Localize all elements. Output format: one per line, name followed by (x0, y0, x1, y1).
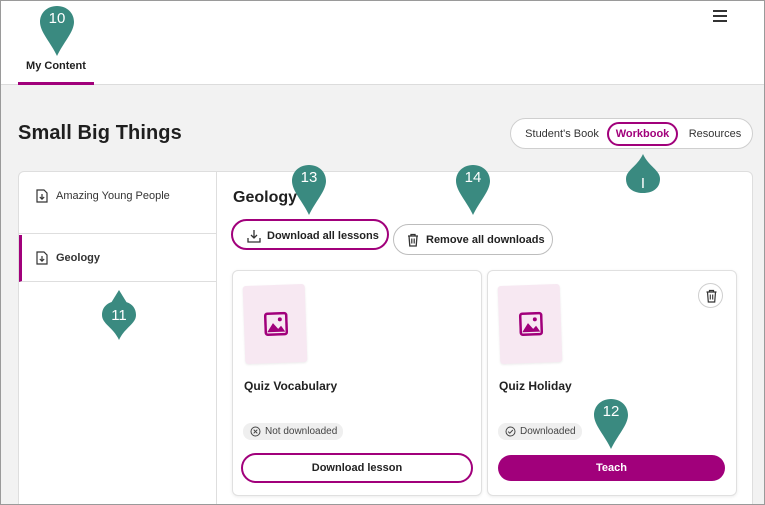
annotation-marker-14: 14 (455, 164, 491, 216)
status-badge: Downloaded (498, 423, 582, 440)
tab-my-content-label: My Content (26, 60, 86, 72)
hamburger-icon[interactable] (713, 10, 727, 22)
marker-label: I (640, 175, 646, 192)
tab-students-book[interactable]: Student's Book (518, 122, 606, 146)
tab-my-content[interactable]: My Content (18, 58, 94, 85)
annotation-marker-10: 10 (39, 5, 75, 57)
remove-download-button[interactable] (698, 283, 723, 308)
section-title: Geology (233, 189, 298, 206)
app-frame: My Content Small Big Things Student's Bo… (0, 0, 765, 505)
annotation-marker-13: 13 (291, 164, 327, 216)
x-circle-icon (250, 426, 261, 437)
active-tab-indicator (18, 82, 94, 85)
status-label: Downloaded (520, 426, 576, 437)
image-icon (518, 311, 544, 337)
annotation-marker-12: 12 (593, 398, 629, 450)
download-all-label: Download all lessons (267, 230, 379, 242)
page-title: Small Big Things (18, 122, 182, 144)
book-type-switcher: Student's Book Workbook Resources (510, 118, 753, 149)
download-lesson-button[interactable]: Download lesson (241, 453, 473, 483)
remove-all-downloads-button[interactable]: Remove all downloads (393, 224, 553, 255)
download-all-lessons-button[interactable]: Download all lessons (231, 219, 389, 250)
lesson-title: Quiz Vocabulary (244, 379, 338, 393)
annotation-marker-11: 11 (101, 289, 137, 341)
marker-label: 13 (300, 169, 318, 186)
sidebar-item-amazing-young-people[interactable]: Amazing Young People (19, 172, 217, 234)
status-label: Not downloaded (265, 426, 338, 437)
lesson-thumbnail[interactable] (497, 283, 563, 365)
trash-icon (408, 233, 418, 247)
tab-workbook[interactable]: Workbook (607, 122, 678, 146)
lesson-title: Quiz Holiday (499, 379, 572, 393)
marker-label: 12 (602, 403, 620, 420)
annotation-marker-i: I (625, 153, 661, 205)
sidebar-item-label: Geology (56, 252, 101, 264)
trash-icon (706, 289, 717, 303)
sidebar-item-geology[interactable]: Geology (19, 235, 217, 282)
top-bar: My Content (1, 1, 764, 85)
sidebar-item-label: Amazing Young People (56, 190, 170, 202)
teach-button[interactable]: Teach (498, 455, 725, 481)
status-badge: Not downloaded (243, 423, 344, 440)
tab-resources[interactable]: Resources (681, 122, 749, 146)
check-circle-icon (505, 426, 516, 437)
marker-label: 14 (464, 169, 482, 186)
marker-label: 11 (111, 307, 127, 324)
marker-label: 10 (48, 10, 66, 27)
lesson-thumbnail[interactable] (242, 283, 308, 365)
download-icon (36, 189, 48, 203)
lesson-card-vocabulary: Quiz Vocabulary Not downloaded Download … (232, 270, 482, 496)
image-icon (263, 311, 289, 337)
lesson-card-holiday: Quiz Holiday Downloaded Teach (487, 270, 737, 496)
remove-all-label: Remove all downloads (426, 234, 545, 246)
download-icon (247, 230, 261, 243)
download-icon (36, 251, 48, 265)
